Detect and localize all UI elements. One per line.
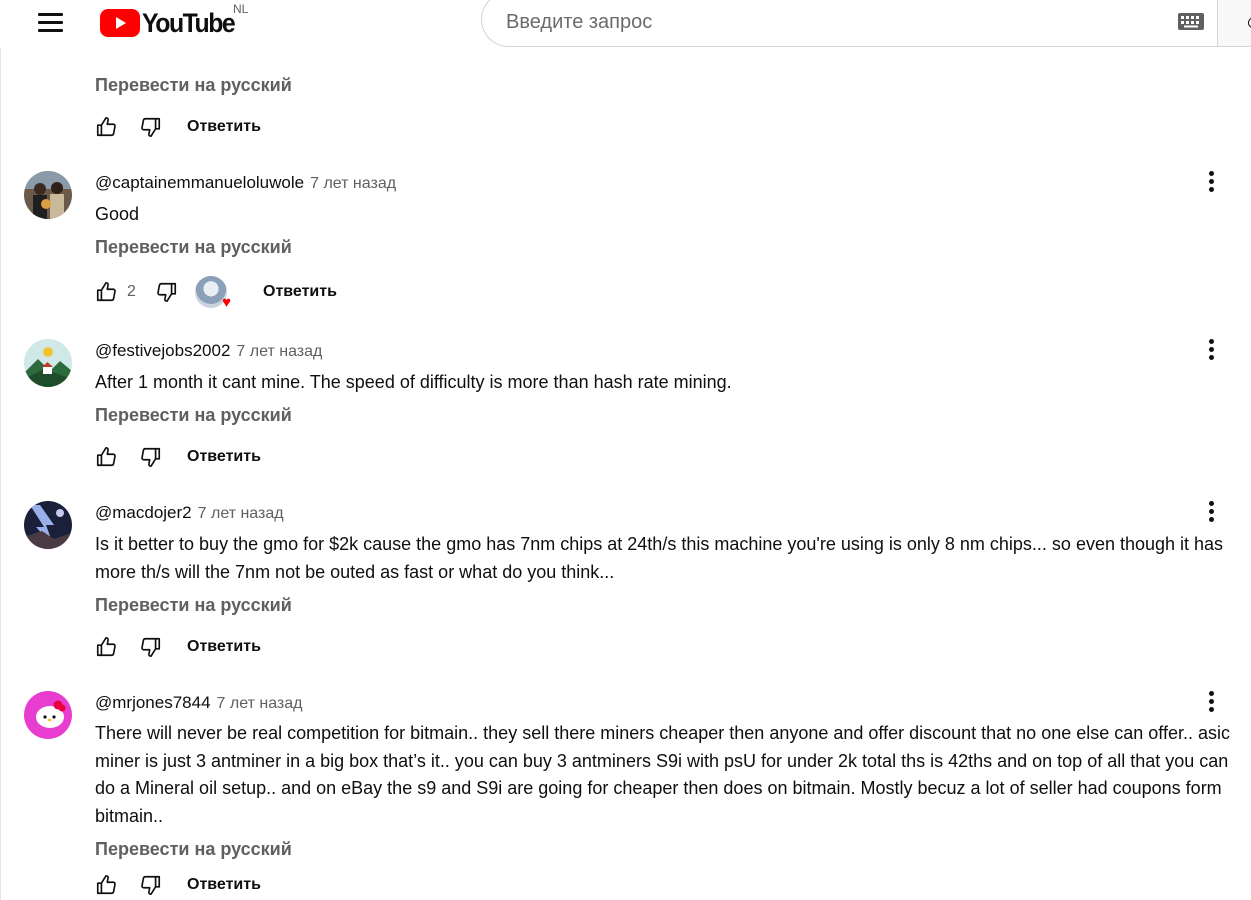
comment-author[interactable]: @festivejobs2002 xyxy=(95,341,230,361)
avatar[interactable] xyxy=(24,691,72,739)
reply-button[interactable]: Ответить xyxy=(187,448,261,466)
search-input[interactable] xyxy=(504,7,1148,37)
search-icon: ○ xyxy=(1246,9,1251,37)
keyboard-icon[interactable] xyxy=(1178,13,1204,30)
left-edge-divider xyxy=(0,0,1,900)
translate-link[interactable]: Перевести на русский xyxy=(95,237,292,258)
comment-time[interactable]: 7 лет назад xyxy=(310,175,396,193)
translate-link[interactable]: Перевести на русский xyxy=(95,405,292,426)
reply-button[interactable]: Ответить xyxy=(263,283,337,301)
thumbs-up-icon[interactable] xyxy=(93,444,119,470)
comment-actions: Ответить xyxy=(93,112,261,142)
comment-actions: Ответить xyxy=(93,632,261,662)
menu-icon[interactable] xyxy=(26,8,74,40)
avatar[interactable] xyxy=(24,501,72,549)
like-count: 2 xyxy=(127,283,136,300)
comment-actions: 2 ♥ Ответить xyxy=(93,276,337,310)
youtube-play-icon xyxy=(100,9,140,37)
reply-button[interactable]: Ответить xyxy=(187,638,261,656)
comment-text: Good xyxy=(95,204,140,224)
thumbs-up-icon[interactable] xyxy=(93,872,119,898)
comment-text: Is it better to buy the gmo for $2k caus… xyxy=(95,534,1224,582)
avatar[interactable] xyxy=(24,339,72,387)
comment-author[interactable]: @mrjones7844 xyxy=(95,693,211,713)
search-button[interactable]: ○ xyxy=(1217,0,1251,47)
thumbs-up-icon[interactable] xyxy=(93,634,119,660)
reply-button[interactable]: Ответить xyxy=(187,118,261,136)
thumbs-down-icon[interactable] xyxy=(138,444,164,470)
search-box xyxy=(481,0,1217,47)
masthead: YouTube NL ○ xyxy=(0,0,1251,48)
thumbs-up-icon[interactable] xyxy=(93,114,119,140)
comment-header: @macdojer2 7 лет назад xyxy=(95,503,284,523)
logo-text: YouTube xyxy=(142,7,236,38)
more-options-icon[interactable] xyxy=(1198,334,1224,364)
comment-header: @festivejobs2002 7 лет назад xyxy=(95,341,322,361)
comment-author[interactable]: @captainemmanueloluwole xyxy=(95,173,304,193)
more-options-icon[interactable] xyxy=(1198,686,1224,716)
comment-time[interactable]: 7 лет назад xyxy=(198,505,284,523)
thumbs-down-icon[interactable] xyxy=(138,634,164,660)
country-code: NL xyxy=(233,2,249,16)
avatar[interactable] xyxy=(24,171,72,219)
comment-actions: Ответить xyxy=(93,442,261,472)
heart-icon: ♥ xyxy=(222,294,231,311)
comment-actions: Ответить xyxy=(93,870,261,900)
more-options-icon[interactable] xyxy=(1198,166,1224,196)
translate-link[interactable]: Перевести на русский xyxy=(95,595,292,616)
translate-link[interactable]: Перевести на русский xyxy=(95,839,292,860)
youtube-logo[interactable]: YouTube xyxy=(100,8,242,38)
thumbs-down-icon[interactable] xyxy=(154,279,180,305)
comment-time[interactable]: 7 лет назад xyxy=(217,695,303,713)
comment-header: @mrjones7844 7 лет назад xyxy=(95,693,303,713)
comment-header: @captainemmanueloluwole 7 лет назад xyxy=(95,173,396,193)
thumbs-up-icon[interactable] xyxy=(93,279,119,305)
reply-button[interactable]: Ответить xyxy=(187,876,261,894)
comment-time[interactable]: 7 лет назад xyxy=(236,343,322,361)
comment-author[interactable]: @macdojer2 xyxy=(95,503,192,523)
creator-heart-badge: ♥ xyxy=(195,276,231,310)
thumbs-down-icon[interactable] xyxy=(138,872,164,898)
comment-text: After 1 month it cant mine. The speed of… xyxy=(95,372,732,392)
thumbs-down-icon[interactable] xyxy=(138,114,164,140)
comment-text: There will never be real competition for… xyxy=(95,723,1230,826)
translate-link[interactable]: Перевести на русский xyxy=(95,75,292,96)
more-options-icon[interactable] xyxy=(1198,496,1224,526)
